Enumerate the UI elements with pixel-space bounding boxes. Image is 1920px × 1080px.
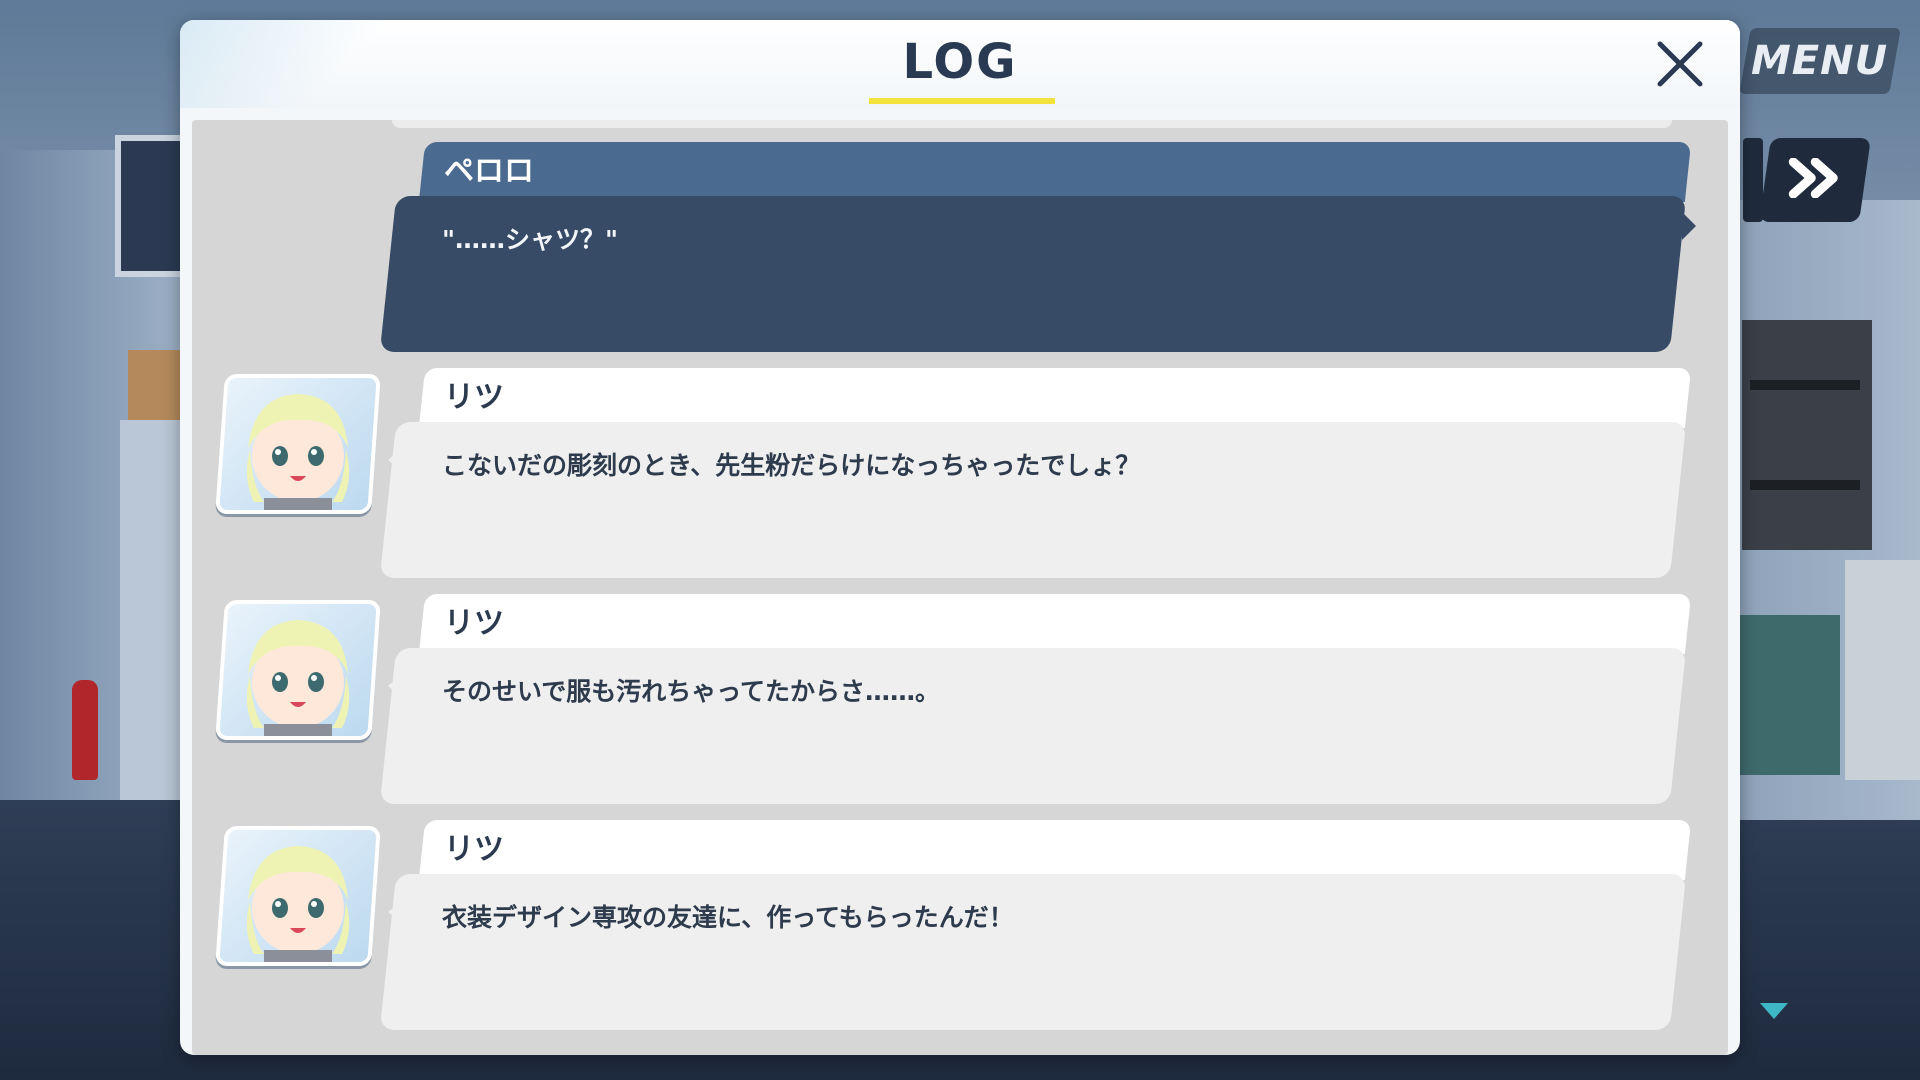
avatar [215,600,381,740]
background-extinguisher [72,680,98,780]
speaker-name: リツ [444,606,504,641]
dialogue-text: 衣装デザイン専攻の友達に、作ってもらったんだ！ [442,903,1014,932]
speaker-name: リツ [444,380,504,415]
name-bar [418,142,1692,202]
fast-forward-icon [1782,157,1848,202]
avatar [215,826,381,966]
name-bar [418,820,1692,880]
previous-entry-edge [392,120,1672,128]
dialogue-text: そのせいで服も汚れちゃってたからさ……。 [442,677,941,706]
background-gun-rack [1742,320,1872,550]
avatar [215,374,381,514]
log-title: LOG [902,34,1018,90]
dialogue-bubble: リツ こないだの彫刻のとき、先生粉だらけになっちゃったでしょ？ [379,368,1692,578]
dialogue-text: こないだの彫刻のとき、先生粉だらけになっちゃったでしょ？ [442,451,1141,480]
dialogue-text: "……シャツ？" [442,225,619,254]
background-locker [1740,615,1840,775]
close-button[interactable] [1650,36,1710,96]
title-underline [869,98,1055,104]
menu-label: MENU [1751,38,1889,84]
background-fridge [1845,560,1920,780]
dialogue-bubble: リツ 衣装デザイン専攻の友達に、作ってもらったんだ！ [379,820,1692,1030]
dialogue-bubble: リツ そのせいで服も汚れちゃってたからさ……。 [379,594,1692,804]
name-bar [418,594,1692,654]
menu-button[interactable]: MENU [1739,28,1901,94]
log-header: LOG [180,20,1740,108]
bubble-pointer [1682,212,1696,240]
close-icon [1656,40,1704,92]
background-box [128,350,183,420]
log-dialog: LOG ペロロ "……シャツ？" リツ こないだの彫刻のとき、先生粉だらけになっ… [180,20,1740,1055]
log-list[interactable]: ペロロ "……シャツ？" リツ こないだの彫刻のとき、先生粉だらけになっちゃった… [192,120,1728,1055]
background-cabinet [120,420,185,810]
speaker-name: リツ [444,832,504,867]
skip-button[interactable] [1759,138,1871,222]
name-bar [418,368,1692,428]
chevron-down-icon[interactable] [1760,1003,1788,1019]
speaker-name: ペロロ [444,154,534,189]
dialogue-bubble: ペロロ "……シャツ？" [379,142,1692,352]
